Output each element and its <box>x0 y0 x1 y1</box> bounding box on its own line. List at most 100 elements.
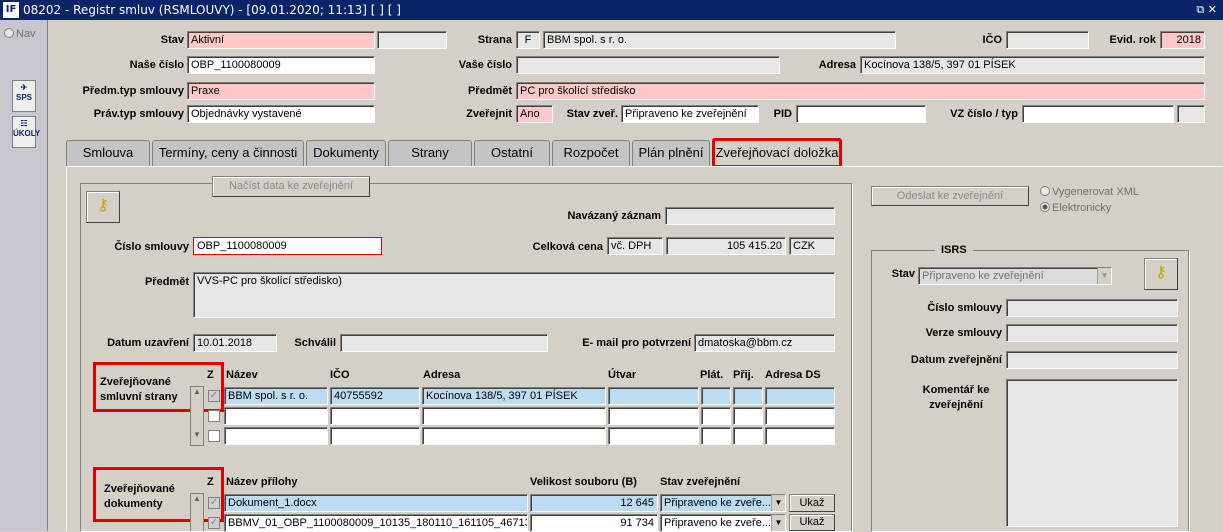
strany-row-3-checkbox[interactable] <box>208 430 220 442</box>
radio-selected-icon <box>1040 202 1050 212</box>
pid-field[interactable] <box>796 105 926 123</box>
tab-ostatni[interactable]: Ostatní <box>474 140 550 166</box>
key-button[interactable]: ⚷ <box>86 191 120 223</box>
window-controls[interactable]: ⧉ ✕ <box>1196 0 1217 20</box>
nav-label: Nav <box>16 28 36 40</box>
tab-strany[interactable]: Strany <box>388 140 472 166</box>
stav-zver-field[interactable]: Připraveno ke zveřejnění <box>621 105 759 123</box>
nav-toggle[interactable]: Nav <box>4 28 36 40</box>
radio-icon <box>4 28 14 38</box>
strany-row-2-checkbox[interactable] <box>208 410 220 422</box>
dok-row-1-checkbox[interactable]: ✓ <box>208 497 220 509</box>
strany-row-3-utvar[interactable] <box>608 427 699 445</box>
prav-typ-label: Práv.typ smlouvy <box>93 108 184 120</box>
cena-field[interactable]: 105 415.20 <box>666 237 786 255</box>
dokumenty-scrollbar[interactable]: ▲ <box>190 493 204 531</box>
strana-code-field[interactable]: F <box>516 31 540 49</box>
strany-row-3-nazev[interactable] <box>224 427 328 445</box>
dok-row-1-velikost[interactable]: 12 645 <box>530 494 658 512</box>
strany-row-2-plat[interactable] <box>701 407 731 425</box>
dok-row-2-checkbox[interactable]: ✓ <box>208 517 220 529</box>
tab-plan-plneni[interactable]: Plán plnění <box>632 140 710 166</box>
strany-row-1-ico[interactable]: 40755592 <box>330 387 420 405</box>
datum-uzavreni-field[interactable]: 10.01.2018 <box>193 334 277 352</box>
strana-field[interactable]: BBM spol. s r. o. <box>543 31 896 49</box>
evid-rok-field[interactable]: 2018 <box>1160 31 1205 49</box>
strany-row-1-ds[interactable] <box>765 387 835 405</box>
predm-typ-field[interactable]: Praxe <box>187 82 375 100</box>
sps-button[interactable]: ✈ SPS <box>12 80 36 112</box>
strany-row-1-utvar[interactable] <box>608 387 699 405</box>
dok-row-2-stav[interactable]: Připraveno ke zveře... ▼ <box>660 514 786 532</box>
strany-row-3-plat[interactable] <box>701 427 731 445</box>
form-predmet-field[interactable]: VVS-PC pro školící středisko) <box>193 272 835 318</box>
strany-row-1-checkbox[interactable]: ✓ <box>208 390 220 402</box>
strany-row-2-utvar[interactable] <box>608 407 699 425</box>
dok-row-2-ukaz-button[interactable]: Ukaž <box>789 514 835 531</box>
chevron-down-icon[interactable]: ▼ <box>771 515 785 531</box>
chevron-down-icon[interactable]: ▼ <box>1097 268 1111 284</box>
isrs-cislo-field[interactable] <box>1006 299 1178 317</box>
isrs-komentar-label: Komentář ke zveřejnění <box>922 384 990 411</box>
stav-field[interactable]: Aktivní <box>187 31 375 49</box>
vz-typ-field[interactable] <box>1177 105 1205 123</box>
strany-row-1-plat[interactable] <box>701 387 731 405</box>
tab-rozpocet[interactable]: Rozpočet <box>552 140 630 166</box>
dok-row-1-stav[interactable]: Připraveno ke zveře... ▼ <box>660 494 786 512</box>
navazany-field[interactable] <box>665 207 835 225</box>
nacist-data-button[interactable]: Načíst data ke zveřejnění <box>212 176 370 197</box>
dok-row-1-stav-value: Připraveno ke zveře... <box>664 497 771 509</box>
dok-col-nazev: Název přílohy <box>226 476 298 488</box>
strany-scrollbar[interactable]: ▲ ▼ <box>190 386 204 446</box>
isrs-verze-field[interactable] <box>1006 324 1178 342</box>
ukoly-button[interactable]: ☷ ÚKOLY <box>12 116 40 148</box>
cislo-smlouvy-label: Číslo smlouvy <box>114 241 189 253</box>
schvalil-label: Schválil <box>294 337 336 349</box>
strany-row-3-ds[interactable] <box>765 427 835 445</box>
strany-row-2-ico[interactable] <box>330 407 420 425</box>
tab-terminy[interactable]: Termíny, ceny a činnosti <box>152 140 304 166</box>
isrs-datum-field[interactable] <box>1006 351 1178 369</box>
mena-field[interactable]: CZK <box>789 237 835 255</box>
predmet-field[interactable]: PC pro školící středisko <box>516 82 1205 100</box>
strany-row-2-nazev[interactable] <box>224 407 328 425</box>
strany-row-1-adresa[interactable]: Kocínova 138/5, 397 01 PÍSEK <box>422 387 606 405</box>
dok-row-1-nazev[interactable]: Dokument_1.docx <box>224 494 528 512</box>
email-label: E- mail pro potvrzení <box>582 337 691 349</box>
dok-row-2-velikost[interactable]: 91 734 <box>530 514 658 532</box>
window-title: 08202 - Registr smluv (RSMLOUVY) - [09.0… <box>23 3 401 17</box>
dok-row-1-ukaz-button[interactable]: Ukaž <box>789 494 835 512</box>
vz-cislo-field[interactable] <box>1022 105 1174 123</box>
strany-col-utvar: Útvar <box>608 369 637 381</box>
isrs-stav-select[interactable]: Připraveno ke zveřejnění ▼ <box>918 267 1112 285</box>
strany-row-2-adresa[interactable] <box>422 407 606 425</box>
strany-row-3-ico[interactable] <box>330 427 420 445</box>
odeslat-button[interactable]: Odeslat ke zveřejnění <box>871 186 1029 206</box>
cena-typ-field[interactable]: vč. DPH <box>607 237 663 255</box>
strany-row-1-nazev[interactable]: BBM spol. s r. o. <box>224 387 328 405</box>
prav-typ-field[interactable]: Objednávky vystavené <box>187 105 375 123</box>
tab-dokumenty[interactable]: Dokumenty <box>306 140 386 166</box>
email-field[interactable]: dmatoska@bbm.cz <box>694 334 835 352</box>
chevron-down-icon[interactable]: ▼ <box>771 495 785 511</box>
strany-row-1-prij[interactable] <box>733 387 763 405</box>
tab-smlouva[interactable]: Smlouva <box>66 140 150 166</box>
dok-row-2-nazev[interactable]: BBMV_01_OBP_1100080009_10135_180110_1611… <box>224 514 528 532</box>
strany-row-3-adresa[interactable] <box>422 427 606 445</box>
strany-row-2-prij[interactable] <box>733 407 763 425</box>
stav-extra-field[interactable] <box>377 31 447 49</box>
isrs-komentar-field[interactable] <box>1006 379 1178 527</box>
radio-xml[interactable]: Vygenerovat XML <box>1040 186 1139 198</box>
cislo-smlouvy-field[interactable]: OBP_1100080009 <box>193 237 382 255</box>
strany-row-3-prij[interactable] <box>733 427 763 445</box>
tab-zverejnovaci-dolozka[interactable]: Zveřejňovací doložka <box>712 138 842 168</box>
strany-row-2-ds[interactable] <box>765 407 835 425</box>
schvalil-field[interactable] <box>340 334 548 352</box>
nase-cislo-field[interactable]: OBP_1100080009 <box>187 56 375 74</box>
adresa-field[interactable]: Kocínova 138/5, 397 01 PÍSEK <box>860 56 1205 74</box>
vase-cislo-field[interactable] <box>516 56 780 74</box>
ico-field[interactable] <box>1006 31 1089 49</box>
zverejnit-field[interactable]: Ano <box>516 105 553 123</box>
isrs-key-button[interactable]: ⚷ <box>1144 258 1178 290</box>
radio-elektronicky[interactable]: Elektronicky <box>1040 202 1111 214</box>
